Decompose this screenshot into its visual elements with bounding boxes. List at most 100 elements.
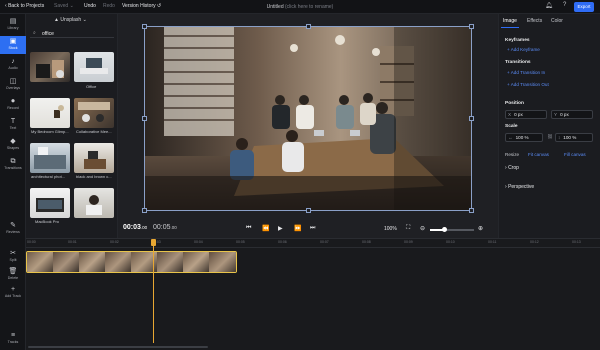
left-rail: ▤ Library ▣ Stock ♪ Audio ◫ Overlays ⏺ R… (0, 14, 26, 350)
position-y-field[interactable]: Y0 px (551, 110, 593, 119)
media-thumbnail[interactable] (30, 98, 70, 128)
split-icon: ✂ (10, 250, 16, 257)
media-label: Collaborative Mee... (76, 129, 112, 134)
delete-icon: 🗑︎ (8, 268, 18, 275)
perspective-section[interactable]: › Perspective (505, 184, 534, 190)
media-thumbnail[interactable] (74, 52, 114, 82)
ruler-tick: 00:12 (530, 240, 539, 244)
add-transition-out-button[interactable]: + Add Transition Out (507, 82, 549, 87)
rail-item-overlays[interactable]: ◫ Overlays (0, 76, 26, 94)
tracks-icon: ≡ (10, 332, 16, 339)
skip-to-end-icon[interactable]: ⏭ (310, 225, 315, 232)
rail-item-library[interactable]: ▤ Library (0, 16, 26, 34)
add-keyframe-button[interactable]: + Add Keyframe (507, 47, 540, 52)
search-input[interactable]: ⌕ office (30, 29, 114, 38)
rail-item-transitions[interactable]: ⧉ Transitions (0, 156, 26, 174)
shapes-icon: ◆ (10, 138, 16, 145)
add-track-button[interactable]: + Add Track (0, 284, 26, 300)
resize-handle[interactable] (142, 116, 147, 121)
chevron-down-icon: ⌄ (82, 17, 87, 23)
rewind-icon[interactable]: ⏪ (262, 225, 269, 232)
project-title[interactable]: Untitled (click here to rename) (0, 4, 600, 10)
stock-icon: ▣ (9, 38, 17, 45)
zoom-level[interactable]: 100% (384, 226, 397, 232)
resize-handle[interactable] (469, 116, 474, 121)
play-icon[interactable]: ▶ (278, 225, 283, 232)
record-icon: ⏺ (11, 98, 15, 105)
clip-frame (183, 252, 210, 272)
rail-item-audio[interactable]: ♪ Audio (0, 56, 26, 74)
properties-panel: Image Effects Color Keyframes + Add Keyf… (498, 14, 600, 238)
split-button[interactable]: ✂ Split (0, 248, 26, 264)
add-track-icon: + (10, 286, 16, 293)
media-thumbnail[interactable] (30, 188, 70, 218)
delete-button[interactable]: 🗑︎ Delete (0, 266, 26, 282)
scale-width-field[interactable]: ↔ 100 % (505, 133, 543, 142)
tab-effects[interactable]: Effects (527, 18, 542, 24)
overlays-icon: ◫ (9, 78, 17, 85)
media-thumbnail[interactable] (30, 143, 70, 173)
ruler-tick: 00:13 (572, 240, 581, 244)
preview-area (118, 14, 498, 238)
rail-item-reviews[interactable]: ✎ Reviews (0, 220, 26, 238)
scale-title: Scale (505, 124, 518, 129)
media-thumbnail[interactable] (74, 143, 114, 173)
chevron-right-icon: › (505, 165, 507, 171)
fast-forward-icon[interactable]: ⏩ (294, 225, 301, 232)
link-icon[interactable]: ⛓ (547, 134, 553, 140)
media-thumbnail[interactable] (74, 188, 114, 218)
resize-handle[interactable] (306, 24, 311, 29)
skip-to-start-icon[interactable]: ⏮ (246, 225, 251, 232)
video-clip[interactable] (26, 251, 237, 273)
zoom-in-icon[interactable]: ⊕ (478, 225, 483, 232)
playhead-handle[interactable] (151, 239, 156, 246)
slider-knob[interactable] (442, 227, 447, 232)
music-icon: ♪ (11, 58, 15, 65)
tab-color[interactable]: Color (551, 18, 563, 24)
ruler-tick: 00:06 (278, 240, 287, 244)
tracks-button[interactable]: ≡ Tracks (0, 330, 26, 348)
transport-bar: 00:03.00 00:05.00 ⏮ ⏪ ▶ ⏩ ⏭ 100% ⛶ ⊖ ⊕ (118, 222, 498, 236)
rail-item-text[interactable]: T Text (0, 116, 26, 134)
media-thumbnail[interactable] (74, 98, 114, 128)
thumbnail-image (80, 58, 108, 74)
crop-section[interactable]: › Crop (505, 165, 519, 171)
media-label: My Bedroom Glimp... (31, 129, 69, 134)
resize-handle[interactable] (142, 208, 147, 213)
resize-handle[interactable] (306, 208, 311, 213)
fullscreen-icon[interactable]: ⛶ (406, 225, 410, 232)
clip-frame (79, 252, 106, 272)
top-bar: ‹ Back to Projects Saved ⌄ Undo Redo Ver… (0, 0, 600, 14)
help-icon[interactable]: ? (563, 2, 566, 8)
thumbnail-image (78, 102, 110, 122)
source-select[interactable]: ▲ Unsplash ⌄ (54, 17, 87, 23)
library-icon: ▤ (9, 18, 17, 25)
time-ruler[interactable]: 00:00 00:01 00:02 00:03 00:04 00:05 00:0… (26, 239, 600, 248)
resize-handle[interactable] (469, 24, 474, 29)
add-transition-in-button[interactable]: + Add Transition In (507, 70, 545, 75)
bell-icon[interactable]: 🔔︎ (545, 2, 553, 9)
rail-item-shapes[interactable]: ◆ Shapes (0, 136, 26, 154)
rail-item-record[interactable]: ⏺ Record (0, 96, 26, 114)
image-source-icon: ▲ (54, 17, 59, 23)
thumbnail-image (84, 151, 106, 169)
search-icon: ⌕ (33, 30, 36, 36)
preview-zoom-slider[interactable] (430, 227, 474, 232)
fit-canvas-button[interactable]: Fit canvas (528, 152, 549, 157)
timeline-scrollbar[interactable] (28, 346, 208, 348)
tab-image[interactable]: Image (503, 18, 517, 24)
export-button[interactable]: Export (574, 2, 594, 12)
playhead[interactable] (153, 239, 154, 343)
zoom-out-icon[interactable]: ⊖ (420, 225, 425, 232)
resize-handle[interactable] (469, 208, 474, 213)
rail-item-stock[interactable]: ▣ Stock (0, 36, 26, 54)
resize-handle[interactable] (142, 24, 147, 29)
timeline[interactable]: 00:00 00:01 00:02 00:03 00:04 00:05 00:0… (26, 238, 600, 350)
thumbnail-image (86, 195, 102, 215)
selection-box[interactable] (144, 26, 472, 211)
fill-canvas-button[interactable]: Fill canvas (564, 152, 586, 157)
scale-height-field[interactable]: ↕ 100 % (555, 133, 593, 142)
thumbnail-image (36, 60, 64, 78)
position-x-field[interactable]: X0 px (505, 110, 547, 119)
media-thumbnail[interactable] (30, 52, 70, 82)
